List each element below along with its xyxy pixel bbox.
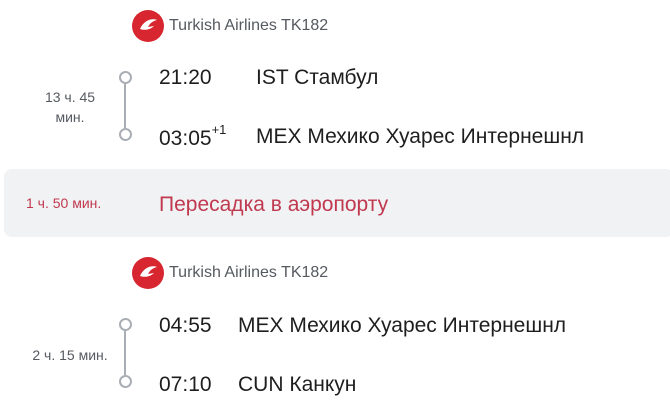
airline-name: Turkish Airlines TK182: [169, 17, 329, 34]
arrival-place: CUN Канкун: [238, 373, 357, 396]
transfer-duration: 1 ч. 50 мин.: [26, 195, 102, 211]
departure-time: 04:55: [159, 314, 212, 337]
departure-dot: [119, 318, 132, 331]
turkish-airlines-logo-icon: [132, 10, 164, 42]
airline-name: Turkish Airlines TK182: [169, 264, 329, 281]
transfer-label: Пересадка в аэропорту: [159, 193, 389, 216]
timeline-line: [124, 331, 126, 375]
arrival-time: 07:10: [159, 373, 212, 396]
arrival-dot: [119, 128, 132, 141]
arrival-dot: [119, 375, 132, 388]
turkish-airlines-logo-icon: [132, 257, 164, 289]
segment-duration: 13 ч. 45 мин.: [44, 89, 96, 125]
departure-time: 21:20: [159, 66, 212, 89]
departure-place: IST Стамбул: [256, 66, 379, 89]
departure-place: MEX Мехико Хуарес Интернешнл: [238, 314, 567, 337]
timeline-line: [124, 84, 126, 128]
arrival-place: MEX Мехико Хуарес Интернешнл: [256, 125, 585, 148]
day-offset: +1: [211, 122, 227, 137]
segment-duration: 2 ч. 15 мин.: [32, 347, 108, 363]
arrival-time: 03:05+1: [159, 122, 227, 150]
departure-dot: [119, 71, 132, 84]
